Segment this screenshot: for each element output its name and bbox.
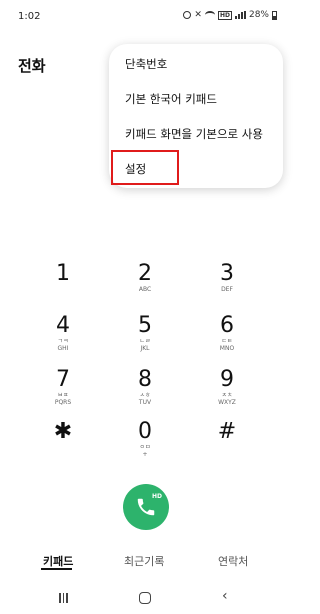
- key-digit: 9: [220, 367, 234, 392]
- tab-contacts[interactable]: 연락처: [218, 553, 248, 569]
- menu-item-korean-keypad[interactable]: 기본 한국어 키패드: [125, 91, 217, 107]
- wifi-icon: [204, 11, 215, 19]
- key-digit: 8: [138, 367, 152, 392]
- hd-icon: HD: [217, 10, 232, 20]
- key-digit: 2: [138, 261, 152, 286]
- key-0[interactable]: 0 ㅇㅁ +: [110, 420, 180, 468]
- phone-screen: 1:02 ✕ HD 28% 전화 단축번호 기본 한국어 키패드 키패드 화면을…: [0, 0, 291, 614]
- key-digit: #: [217, 419, 237, 444]
- key-letters: WXYZ: [218, 399, 236, 406]
- key-hash[interactable]: #: [192, 420, 262, 468]
- phone-icon: HD: [135, 493, 162, 518]
- key-hangul: ㅅㅎ: [139, 392, 151, 399]
- key-digit: 3: [220, 261, 234, 286]
- key-digit: 6: [220, 313, 234, 338]
- key-letters: PQRS: [54, 399, 72, 406]
- status-icons: ✕ HD 28%: [183, 10, 277, 20]
- key-4[interactable]: 4 ㄱㅋ GHI: [28, 314, 98, 362]
- alarm-icon: [183, 11, 192, 19]
- back-icon[interactable]: ‹: [222, 588, 228, 604]
- status-time: 1:02: [18, 11, 41, 22]
- key-digit: 7: [56, 367, 70, 392]
- key-letters: DEF: [221, 286, 233, 293]
- hd-badge: HD: [151, 493, 162, 500]
- key-hangul: ㄷㅌ: [221, 338, 233, 345]
- key-star[interactable]: ✱: [28, 420, 98, 468]
- key-letters: JKL: [140, 345, 150, 352]
- key-2[interactable]: 2 ABC: [110, 262, 180, 310]
- key-hangul: ㅈㅊ: [221, 392, 233, 399]
- key-letters: ABC: [138, 286, 152, 293]
- key-8[interactable]: 8 ㅅㅎ TUV: [110, 368, 180, 416]
- key-digit: 5: [138, 313, 152, 338]
- key-5[interactable]: 5 ㄴㄹ JKL: [110, 314, 180, 362]
- key-6[interactable]: 6 ㄷㅌ MNO: [192, 314, 262, 362]
- battery-percent: 28%: [248, 10, 269, 20]
- page-title: 전화: [18, 57, 46, 75]
- key-9[interactable]: 9 ㅈㅊ WXYZ: [192, 368, 262, 416]
- tab-keypad[interactable]: 키패드: [43, 553, 73, 569]
- menu-item-keypad-default[interactable]: 키패드 화면을 기본으로 사용: [125, 126, 263, 142]
- key-hangul: ㄱㅋ: [57, 338, 69, 345]
- battery-icon: [272, 10, 277, 20]
- settings-highlight-box: [111, 150, 179, 185]
- key-digit: 4: [56, 313, 70, 338]
- home-icon[interactable]: [139, 592, 151, 604]
- key-letters: TUV: [138, 399, 152, 406]
- menu-item-speed-dial[interactable]: 단축번호: [125, 56, 167, 72]
- key-letters: +: [142, 451, 148, 458]
- key-letters: MNO: [219, 345, 235, 352]
- signal-icon: [234, 11, 246, 19]
- tab-recents[interactable]: 최근기록: [124, 553, 164, 569]
- key-3[interactable]: 3 DEF: [192, 262, 262, 310]
- key-hangul: ㄴㄹ: [139, 338, 151, 345]
- active-tab-indicator: [41, 568, 72, 570]
- navigation-bar: ‹: [0, 585, 291, 614]
- key-7[interactable]: 7 ㅂㅍ PQRS: [28, 368, 98, 416]
- call-button[interactable]: HD: [123, 484, 169, 530]
- mute-icon: ✕: [194, 10, 202, 20]
- key-digit: 0: [138, 419, 152, 444]
- key-letters: GHI: [57, 345, 69, 352]
- key-hangul: ㅇㅁ: [139, 444, 151, 451]
- key-1[interactable]: 1: [28, 262, 98, 310]
- key-digit: 1: [56, 261, 70, 286]
- status-bar: 1:02 ✕ HD 28%: [0, 0, 291, 36]
- key-hangul: ㅂㅍ: [57, 392, 69, 399]
- key-digit: ✱: [53, 419, 73, 444]
- recent-apps-icon[interactable]: [59, 593, 68, 603]
